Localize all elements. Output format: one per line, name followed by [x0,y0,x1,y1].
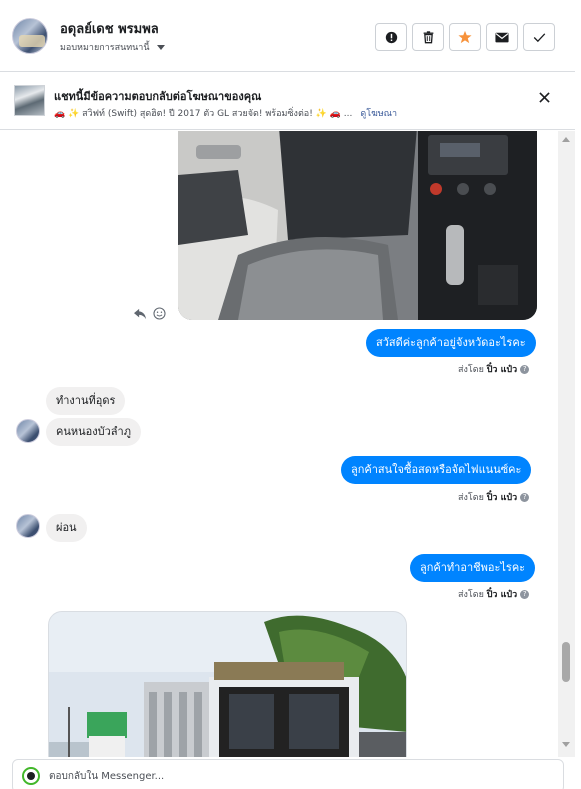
help-icon[interactable]: ? [520,365,530,374]
scrollbar-thumb[interactable] [562,642,570,682]
assign-label: มอบหมายการสนทนานี้ [60,43,150,53]
follow-up-button[interactable] [449,23,481,51]
check-icon [533,32,545,42]
scroll-down-arrow-icon[interactable] [562,742,570,747]
sent-by-label: ส่งโดย ปิ๋ว แป๋ว? [458,362,530,376]
ad-snippet-text: 🚗 ✨ สวิฟท์ (Swift) สุดฮิต! ปี 2017 ตัว G… [54,109,353,119]
close-icon[interactable] [539,92,550,103]
outgoing-message[interactable]: ลูกค้าสนใจซื้อสดหรือจัดไฟแนนซ์คะ [341,456,532,484]
view-ad-link[interactable]: ดูโฆษณา [360,109,397,119]
emoji-reaction-icon[interactable] [153,307,166,320]
mark-spam-button[interactable] [375,23,407,51]
customer-avatar[interactable] [16,419,40,443]
car-interior-photo[interactable] [178,131,537,320]
chat-scrollbar[interactable] [558,131,575,757]
star-icon [458,30,472,44]
outgoing-message[interactable]: สวัสดีค่ะลูกค้าอยู่จังหวัดอะไรคะ [366,329,536,357]
user-avatar[interactable] [12,18,48,54]
conversation-actions [375,23,555,51]
message-thread[interactable]: สวัสดีค่ะลูกค้าอยู่จังหวัดอะไรคะ ส่งโดย … [0,131,558,757]
alert-icon [385,31,397,43]
car-interior-image [178,131,537,320]
incoming-message[interactable]: คนหนองบัวลำภู [46,418,141,446]
conversation-header: อดุลย์เดช พรมพล มอบหมายการสนทนานี้ [0,0,575,72]
incoming-message[interactable]: ทำงานที่อุดร [46,387,126,415]
mark-unread-button[interactable] [486,23,518,51]
scroll-up-arrow-icon[interactable] [562,137,570,142]
sent-by-label: ส่งโดย ปิ๋ว แป๋ว? [458,587,530,601]
caret-down-icon [156,44,165,50]
reply-icon[interactable] [133,308,147,320]
sent-by-prefix: ส่งโดย [458,493,484,503]
sender-name[interactable]: ปิ๋ว แป๋ว [487,493,517,503]
ad-reply-banner: แชทนี้มีข้อความตอบกลับต่อโฆษณาของคุณ 🚗 ✨… [0,72,575,130]
message-tools [133,307,166,320]
user-name[interactable]: อดุลย์เดช พรมพล [60,18,159,39]
help-icon[interactable]: ? [520,590,530,599]
reply-composer [12,759,564,789]
ad-thumbnail[interactable] [14,85,45,116]
sent-by-label: ส่งโดย ปิ๋ว แป๋ว? [458,490,530,504]
page-profile-icon [22,767,40,785]
ad-banner-snippet: 🚗 ✨ สวิฟท์ (Swift) สุดฮิต! ปี 2017 ตัว G… [54,106,397,120]
ad-banner-title: แชทนี้มีข้อความตอบกลับต่อโฆษณาของคุณ [54,90,262,103]
trash-icon [423,31,433,44]
sender-name[interactable]: ปิ๋ว แป๋ว [487,365,517,375]
assign-conversation-dropdown[interactable]: มอบหมายการสนทนานี้ [60,40,165,54]
mail-icon [495,32,509,42]
sent-by-prefix: ส่งโดย [458,365,484,375]
outgoing-message[interactable]: ลูกค้าทำอาชีพอะไรคะ [410,554,536,582]
help-icon[interactable]: ? [520,493,530,502]
sender-name[interactable]: ปิ๋ว แป๋ว [487,590,517,600]
reply-input[interactable] [49,768,529,784]
incoming-message[interactable]: ผ่อน [46,514,87,542]
sent-by-prefix: ส่งโดย [458,590,484,600]
mark-done-button[interactable] [523,23,555,51]
truck-photo[interactable] [48,611,407,757]
delete-button[interactable] [412,23,444,51]
customer-avatar[interactable] [16,514,40,538]
truck-image [49,612,406,757]
